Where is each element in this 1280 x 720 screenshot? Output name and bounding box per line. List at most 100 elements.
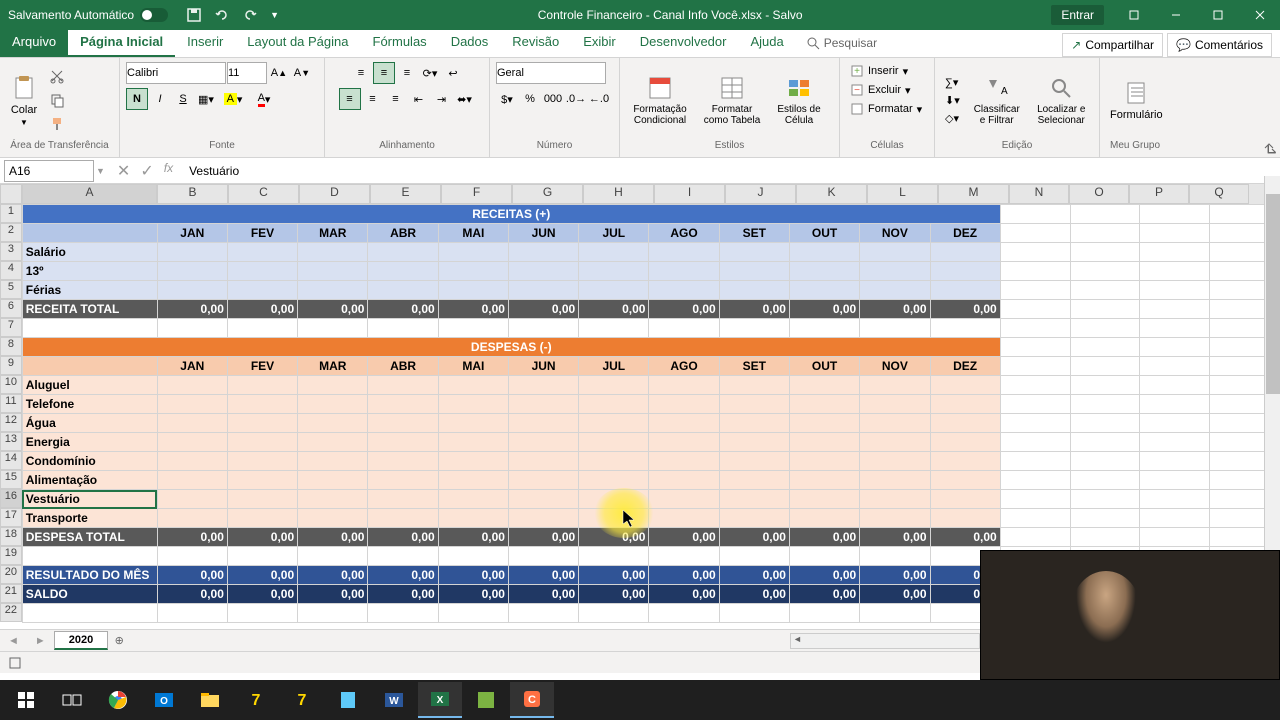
merge-button[interactable]: ⬌▾	[454, 88, 476, 110]
clear-button[interactable]: ◇▾	[941, 110, 964, 127]
currency-button[interactable]: $▾	[496, 88, 518, 110]
decrease-indent-button[interactable]: ⇤	[408, 88, 430, 110]
row-header-7[interactable]: 7	[0, 318, 22, 337]
orientation-button[interactable]: ⟳▾	[419, 62, 441, 84]
row-header-20[interactable]: 20	[0, 565, 22, 584]
search-box[interactable]: Pesquisar	[796, 28, 887, 57]
cell-styles-button[interactable]: Estilos de Célula	[770, 70, 828, 130]
sheet-tab-2020[interactable]: 2020	[54, 631, 108, 650]
record-macro-icon[interactable]	[8, 656, 22, 670]
signin-button[interactable]: Entrar	[1051, 5, 1104, 25]
cut-button[interactable]	[46, 65, 68, 87]
row-header-18[interactable]: 18	[0, 527, 22, 546]
row-header-2[interactable]: 2	[0, 223, 22, 242]
horizontal-scrollbar[interactable]	[790, 633, 980, 649]
sheet-nav-next[interactable]: ►	[27, 635, 54, 647]
col-header-D[interactable]: D	[299, 184, 370, 204]
col-header-C[interactable]: C	[228, 184, 299, 204]
format-as-table-button[interactable]: Formatar como Tabela	[698, 70, 766, 130]
col-header-K[interactable]: K	[796, 184, 867, 204]
tab-home[interactable]: Página Inicial	[68, 28, 175, 57]
increase-font-button[interactable]: A▲	[268, 62, 290, 84]
tab-layout[interactable]: Layout da Página	[235, 28, 360, 57]
cancel-formula-icon[interactable]: ✕	[117, 161, 130, 181]
col-header-J[interactable]: J	[725, 184, 796, 204]
app1-taskbar-icon[interactable]: 7	[234, 682, 278, 718]
font-size-select[interactable]	[227, 62, 267, 84]
col-header-I[interactable]: I	[654, 184, 725, 204]
row-header-6[interactable]: 6	[0, 299, 22, 318]
tab-file[interactable]: Arquivo	[0, 28, 68, 57]
font-name-select[interactable]	[126, 62, 226, 84]
find-select-button[interactable]: Localizar e Selecionar	[1030, 70, 1093, 130]
redo-icon[interactable]	[242, 7, 258, 23]
explorer-taskbar-icon[interactable]	[188, 682, 232, 718]
border-button[interactable]: ▦▾	[195, 88, 217, 110]
collapse-ribbon-icon[interactable]	[1262, 139, 1276, 153]
tab-help[interactable]: Ajuda	[738, 28, 795, 57]
font-color-button[interactable]: A▾	[249, 88, 279, 110]
maximize-button[interactable]	[1198, 0, 1238, 30]
tab-insert[interactable]: Inserir	[175, 28, 235, 57]
percent-button[interactable]: %	[519, 88, 541, 110]
camtasia-taskbar-icon[interactable]: C	[510, 682, 554, 718]
wrap-text-button[interactable]: ↩	[442, 62, 464, 84]
row-header-11[interactable]: 11	[0, 394, 22, 413]
row-header-8[interactable]: 8	[0, 337, 22, 356]
row-header-22[interactable]: 22	[0, 603, 22, 622]
select-all-corner[interactable]	[0, 184, 22, 204]
ribbon-options-button[interactable]	[1114, 0, 1154, 30]
row-header-21[interactable]: 21	[0, 584, 22, 603]
tab-developer[interactable]: Desenvolvedor	[628, 28, 739, 57]
col-header-N[interactable]: N	[1009, 184, 1069, 204]
col-header-P[interactable]: P	[1129, 184, 1189, 204]
italic-button[interactable]: I	[149, 88, 171, 110]
undo-icon[interactable]	[214, 7, 230, 23]
conditional-formatting-button[interactable]: Formatação Condicional	[626, 70, 694, 130]
name-box[interactable]	[4, 160, 94, 182]
fill-color-button[interactable]: A▾	[218, 88, 248, 110]
outlook-taskbar-icon[interactable]: O	[142, 682, 186, 718]
align-bottom-button[interactable]: ≡	[396, 62, 418, 84]
sort-filter-button[interactable]: AClassificar e Filtrar	[968, 70, 1026, 130]
col-header-E[interactable]: E	[370, 184, 441, 204]
tab-view[interactable]: Exibir	[571, 28, 628, 57]
col-header-G[interactable]: G	[512, 184, 583, 204]
align-middle-button[interactable]: ≡	[373, 62, 395, 84]
row-header-16[interactable]: 16	[0, 489, 22, 508]
decrease-font-button[interactable]: A▼	[291, 62, 313, 84]
excel-taskbar-icon[interactable]: X	[418, 682, 462, 718]
insert-cells-button[interactable]: +Inserir▾	[846, 62, 928, 80]
col-header-H[interactable]: H	[583, 184, 654, 204]
row-header-9[interactable]: 9	[0, 356, 22, 375]
share-button[interactable]: ↗Compartilhar	[1062, 33, 1163, 57]
row-header-14[interactable]: 14	[0, 451, 22, 470]
row-header-5[interactable]: 5	[0, 280, 22, 299]
format-cells-button[interactable]: Formatar▾	[846, 100, 928, 118]
increase-decimal-button[interactable]: .0→	[565, 88, 587, 110]
copy-button[interactable]	[46, 89, 68, 111]
app2-taskbar-icon[interactable]: 7	[280, 682, 324, 718]
form-button[interactable]: Formulário	[1106, 75, 1167, 125]
col-header-A[interactable]: A	[22, 184, 157, 204]
task-view-button[interactable]	[50, 682, 94, 718]
col-header-B[interactable]: B	[157, 184, 228, 204]
minimize-button[interactable]	[1156, 0, 1196, 30]
row-header-3[interactable]: 3	[0, 242, 22, 261]
close-button[interactable]	[1240, 0, 1280, 30]
comma-button[interactable]: 000	[542, 88, 564, 110]
number-format-select[interactable]	[496, 62, 606, 84]
save-icon[interactable]	[186, 7, 202, 23]
autosum-button[interactable]: ∑▾	[941, 74, 964, 91]
tab-review[interactable]: Revisão	[500, 28, 571, 57]
paste-button[interactable]: Colar▼	[6, 70, 42, 131]
notepad-taskbar-icon[interactable]	[326, 682, 370, 718]
col-header-M[interactable]: M	[938, 184, 1009, 204]
row-header-19[interactable]: 19	[0, 546, 22, 565]
qat-dropdown-icon[interactable]: ▼	[270, 10, 279, 20]
tab-formulas[interactable]: Fórmulas	[361, 28, 439, 57]
delete-cells-button[interactable]: −Excluir▾	[846, 81, 928, 99]
row-header-15[interactable]: 15	[0, 470, 22, 489]
row-header-17[interactable]: 17	[0, 508, 22, 527]
col-header-L[interactable]: L	[867, 184, 938, 204]
